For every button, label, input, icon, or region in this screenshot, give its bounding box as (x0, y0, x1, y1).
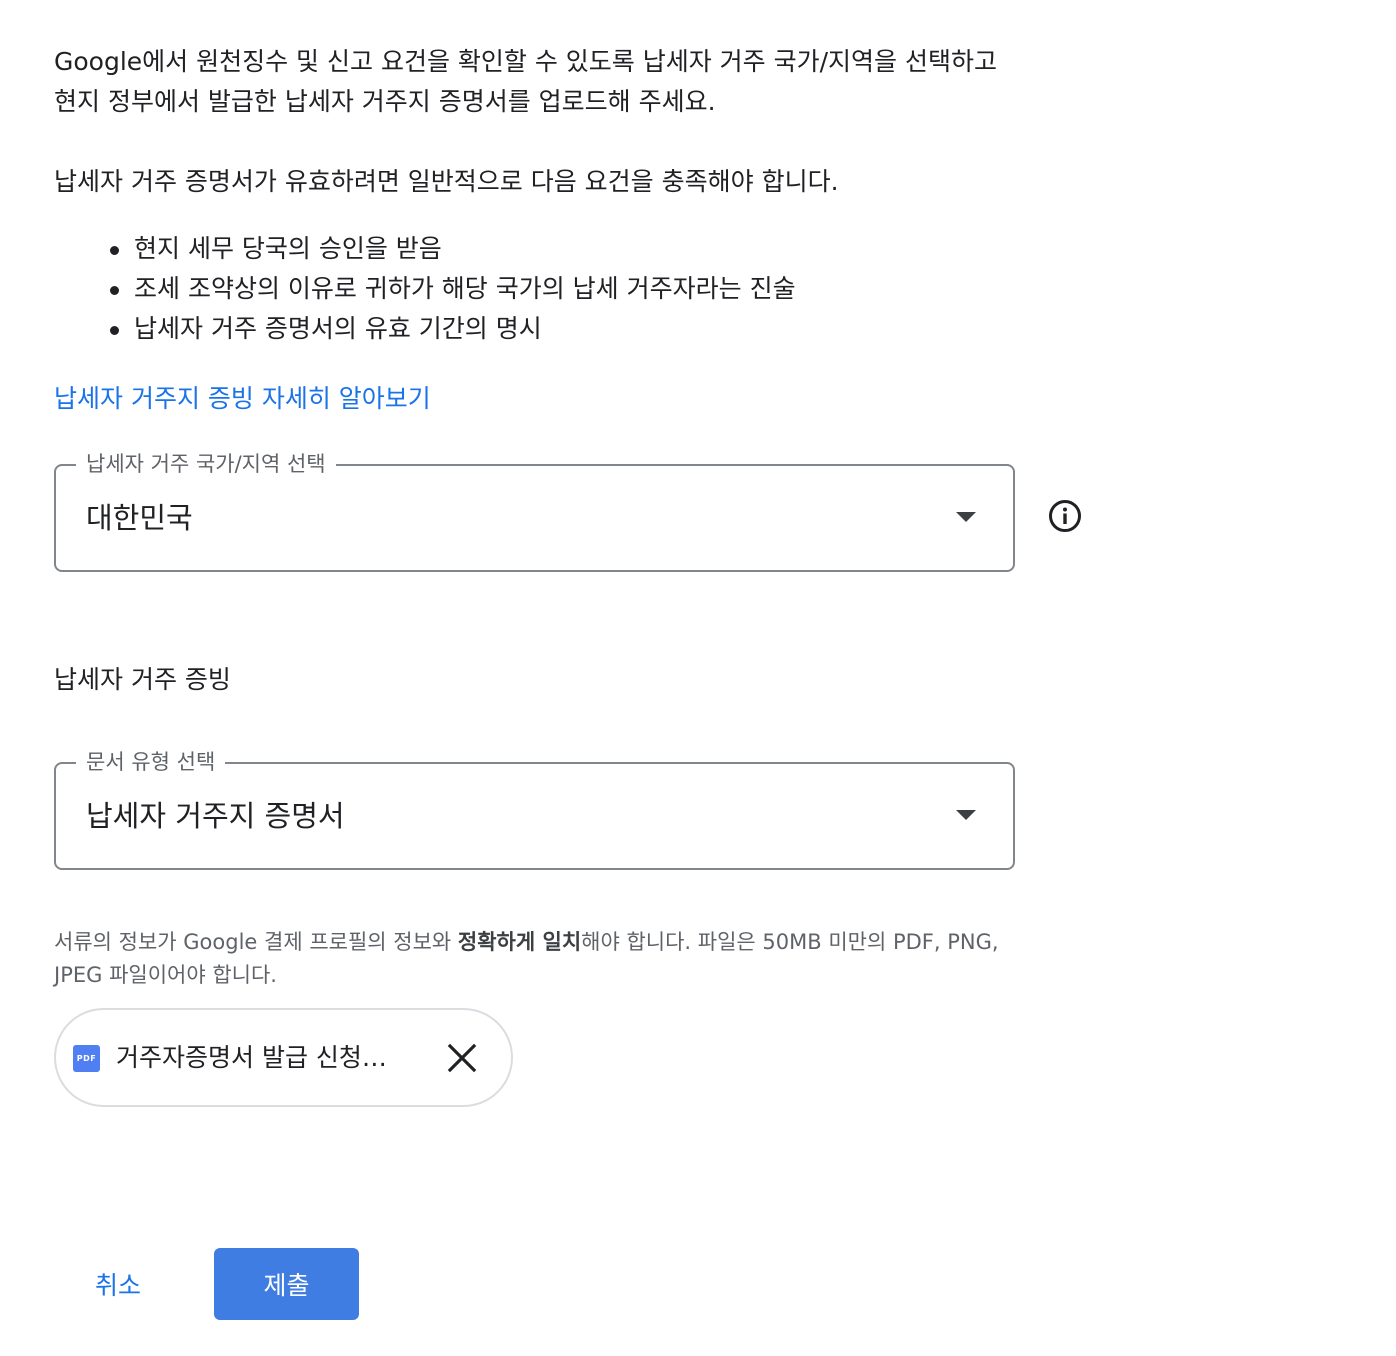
proof-section-heading: 납세자 거주 증빙 (54, 665, 231, 694)
document-type-select[interactable]: 문서 유형 선택 납세자 거주지 증명서 (54, 747, 1015, 870)
requirement-item: 납세자 거주 증명서의 유효 기간의 명시 (54, 309, 796, 349)
uploaded-file-chip: PDF 거주자증명서 발급 신청… (54, 1008, 513, 1107)
submit-button[interactable]: 제출 (214, 1248, 359, 1320)
cancel-button[interactable]: 취소 (75, 1248, 161, 1320)
info-icon[interactable] (1048, 499, 1082, 533)
close-icon[interactable] (445, 1041, 479, 1075)
learn-more-link[interactable]: 납세자 거주지 증빙 자세히 알아보기 (54, 379, 431, 419)
upload-hint: 서류의 정보가 Google 결제 프로필의 정보와 정확하게 일치해야 합니다… (54, 926, 1034, 992)
requirements-intro: 납세자 거주 증명서가 유효하려면 일반적으로 다음 요건을 충족해야 합니다. (54, 167, 839, 196)
dropdown-arrow-icon (956, 810, 976, 820)
document-type-select-value: 납세자 거주지 증명서 (86, 799, 345, 833)
hint-emphasis: 정확하게 일치 (457, 930, 582, 954)
uploaded-file-name: 거주자증명서 발급 신청… (116, 1043, 387, 1072)
country-select-value: 대한민국 (86, 501, 193, 535)
requirement-item: 조세 조약상의 이유로 귀하가 해당 국가의 납세 거주자라는 진술 (54, 269, 796, 309)
requirements-list: 현지 세무 당국의 승인을 받음 조세 조약상의 이유로 귀하가 해당 국가의 … (54, 229, 796, 349)
country-select[interactable]: 납세자 거주 국가/지역 선택 대한민국 (54, 449, 1015, 572)
intro-text: Google에서 원천징수 및 신고 요건을 확인할 수 있도록 납세자 거주 … (54, 47, 997, 116)
dropdown-arrow-icon (956, 512, 976, 522)
requirement-item: 현지 세무 당국의 승인을 받음 (54, 229, 796, 269)
hint-text-start: 서류의 정보가 Google 결제 프로필의 정보와 (54, 930, 458, 954)
pdf-file-icon: PDF (73, 1045, 100, 1072)
